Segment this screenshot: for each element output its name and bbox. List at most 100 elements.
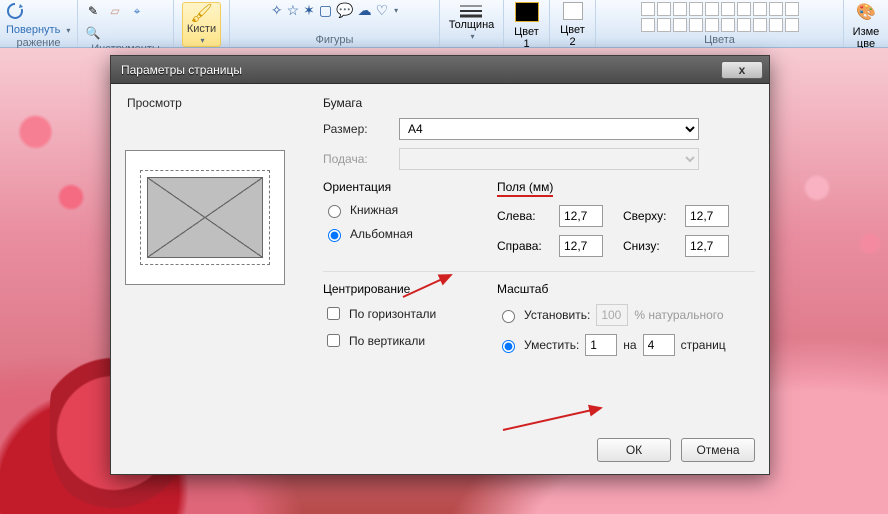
brushes-button[interactable]: 🖌 Кисти ▾ <box>182 2 221 47</box>
paper-source-select <box>399 148 699 170</box>
margin-right-input[interactable] <box>559 235 603 257</box>
settings-column: Бумага Размер: A4 Подача: Ориентация <box>315 96 755 424</box>
paper-heading: Бумага <box>323 96 755 110</box>
margin-right-label: Справа: <box>497 239 551 253</box>
magnifier-icon[interactable]: 🔍 <box>84 24 102 42</box>
shape-star5-icon[interactable]: ☆ <box>287 2 300 19</box>
margin-bottom-label: Снизу: <box>623 239 677 253</box>
orientation-section: Ориентация Книжная Альбомная <box>323 180 473 265</box>
orientation-landscape-radio[interactable] <box>328 229 341 242</box>
scale-fit-rows-input[interactable] <box>643 334 675 356</box>
shape-star4-icon[interactable]: ✧ <box>271 2 283 19</box>
margin-bottom-input[interactable] <box>685 235 729 257</box>
orientation-heading: Ориентация <box>323 180 473 194</box>
margin-top-input[interactable] <box>685 205 729 227</box>
color-swatch[interactable] <box>673 2 687 16</box>
color-swatch[interactable] <box>737 18 751 32</box>
dialog-titlebar[interactable]: Параметры страницы х <box>111 56 769 84</box>
color-swatch[interactable] <box>641 2 655 16</box>
color-swatch[interactable] <box>721 2 735 16</box>
ribbon-group-thickness: Толщина ▾ <box>440 0 504 47</box>
margins-heading: Поля (мм) <box>497 180 553 197</box>
margins-section: Поля (мм) Слева: Сверху: Справа: Снизу: <box>497 180 729 265</box>
color-swatch[interactable] <box>769 18 783 32</box>
color-swatch[interactable] <box>689 2 703 16</box>
scale-heading: Масштаб <box>497 282 726 296</box>
margin-top-label: Сверху: <box>623 209 677 223</box>
page-setup-dialog: Параметры страницы х Просмотр Бумага Раз… <box>110 55 770 475</box>
chevron-down-icon: ▾ <box>470 32 474 41</box>
color2-swatch[interactable] <box>563 2 583 20</box>
group-label: Цвета <box>704 33 735 46</box>
margin-left-input[interactable] <box>559 205 603 227</box>
center-horizontal-checkbox[interactable] <box>327 307 340 320</box>
paper-source-label: Подача: <box>323 152 389 166</box>
rotate-button[interactable]: Повернуть <box>6 24 60 36</box>
color-swatch[interactable] <box>673 18 687 32</box>
scale-set-label: Установить: <box>524 308 590 322</box>
color-swatch[interactable] <box>769 2 783 16</box>
ribbon-group-brushes: 🖌 Кисти ▾ <box>174 0 230 47</box>
palette-icon[interactable]: 🎨 <box>856 2 876 22</box>
ribbon-group-tools: ✎ ▱ ⌖ 🔍 Инструменты <box>78 0 174 47</box>
cancel-button[interactable]: Отмена <box>681 438 755 462</box>
scale-fit-label: Уместить: <box>524 338 579 352</box>
chevron-down-icon[interactable]: ▾ <box>394 6 398 15</box>
center-vertical-checkbox[interactable] <box>327 334 340 347</box>
ribbon-group-color2: Цвет 2 <box>550 0 596 47</box>
orientation-portrait-radio[interactable] <box>328 205 341 218</box>
shape-callout-icon[interactable]: 💬 <box>336 2 353 19</box>
color-swatch[interactable] <box>641 18 655 32</box>
color-swatch[interactable] <box>657 18 671 32</box>
page-preview <box>125 150 285 285</box>
shape-heart-icon[interactable]: ♡ <box>376 2 389 19</box>
rotate-icon[interactable] <box>6 2 24 20</box>
scale-set-radio[interactable] <box>502 310 515 323</box>
ribbon-group-color-palette: Цвета <box>596 0 844 47</box>
eraser-icon[interactable]: ▱ <box>106 2 124 20</box>
centering-scale-row: Центрирование По горизонтали По вертикал… <box>323 282 755 364</box>
brush-icon: 🖌 <box>193 4 211 22</box>
center-horizontal-label: По горизонтали <box>349 307 436 321</box>
ribbon: Повернуть ▾ ражение ✎ ▱ ⌖ 🔍 Инструменты … <box>0 0 888 48</box>
paper-size-label: Размер: <box>323 122 389 136</box>
paper-section: Бумага Размер: A4 Подача: <box>323 96 755 170</box>
color-swatch[interactable] <box>705 2 719 16</box>
color-swatch[interactable] <box>721 18 735 32</box>
centering-heading: Центрирование <box>323 282 473 296</box>
shape-cloud-icon[interactable]: ☁ <box>358 2 372 19</box>
margin-left-label: Слева: <box>497 209 551 223</box>
ok-button[interactable]: ОК <box>597 438 671 462</box>
ribbon-group-edit-colors: 🎨 Изме цве <box>844 0 888 47</box>
chevron-down-icon: ▾ <box>200 36 204 45</box>
color-swatch[interactable] <box>689 18 703 32</box>
shape-rounded-rect-icon[interactable]: ▢ <box>319 2 332 19</box>
paper-size-select[interactable]: A4 <box>399 118 699 140</box>
preview-sheet <box>140 170 270 265</box>
color-swatch[interactable] <box>753 18 767 32</box>
preview-heading: Просмотр <box>127 96 315 110</box>
close-icon: х <box>739 63 746 77</box>
scale-fit-sep: на <box>623 338 636 352</box>
scale-fit-radio[interactable] <box>502 340 515 353</box>
thickness-icon[interactable] <box>457 2 485 18</box>
scale-fit-cols-input[interactable] <box>585 334 617 356</box>
scale-set-input <box>596 304 628 326</box>
pencil-icon[interactable]: ✎ <box>84 2 102 20</box>
scale-set-suffix: % натурального <box>634 308 723 322</box>
color-swatch[interactable] <box>657 2 671 16</box>
color-picker-icon[interactable]: ⌖ <box>128 2 146 20</box>
preview-column: Просмотр <box>125 96 315 424</box>
shape-star6-icon[interactable]: ✶ <box>303 2 315 19</box>
close-button[interactable]: х <box>721 61 763 79</box>
color-swatch[interactable] <box>785 2 799 16</box>
ribbon-group-rotate: Повернуть ▾ ражение <box>0 0 78 47</box>
color-swatch[interactable] <box>737 2 751 16</box>
chevron-down-icon: ▾ <box>66 26 70 35</box>
orientation-landscape-label: Альбомная <box>350 227 413 241</box>
color1-swatch[interactable] <box>515 2 539 22</box>
color-swatch[interactable] <box>753 2 767 16</box>
color-swatch[interactable] <box>785 18 799 32</box>
color-swatch[interactable] <box>705 18 719 32</box>
dialog-footer: ОК Отмена <box>597 438 755 462</box>
